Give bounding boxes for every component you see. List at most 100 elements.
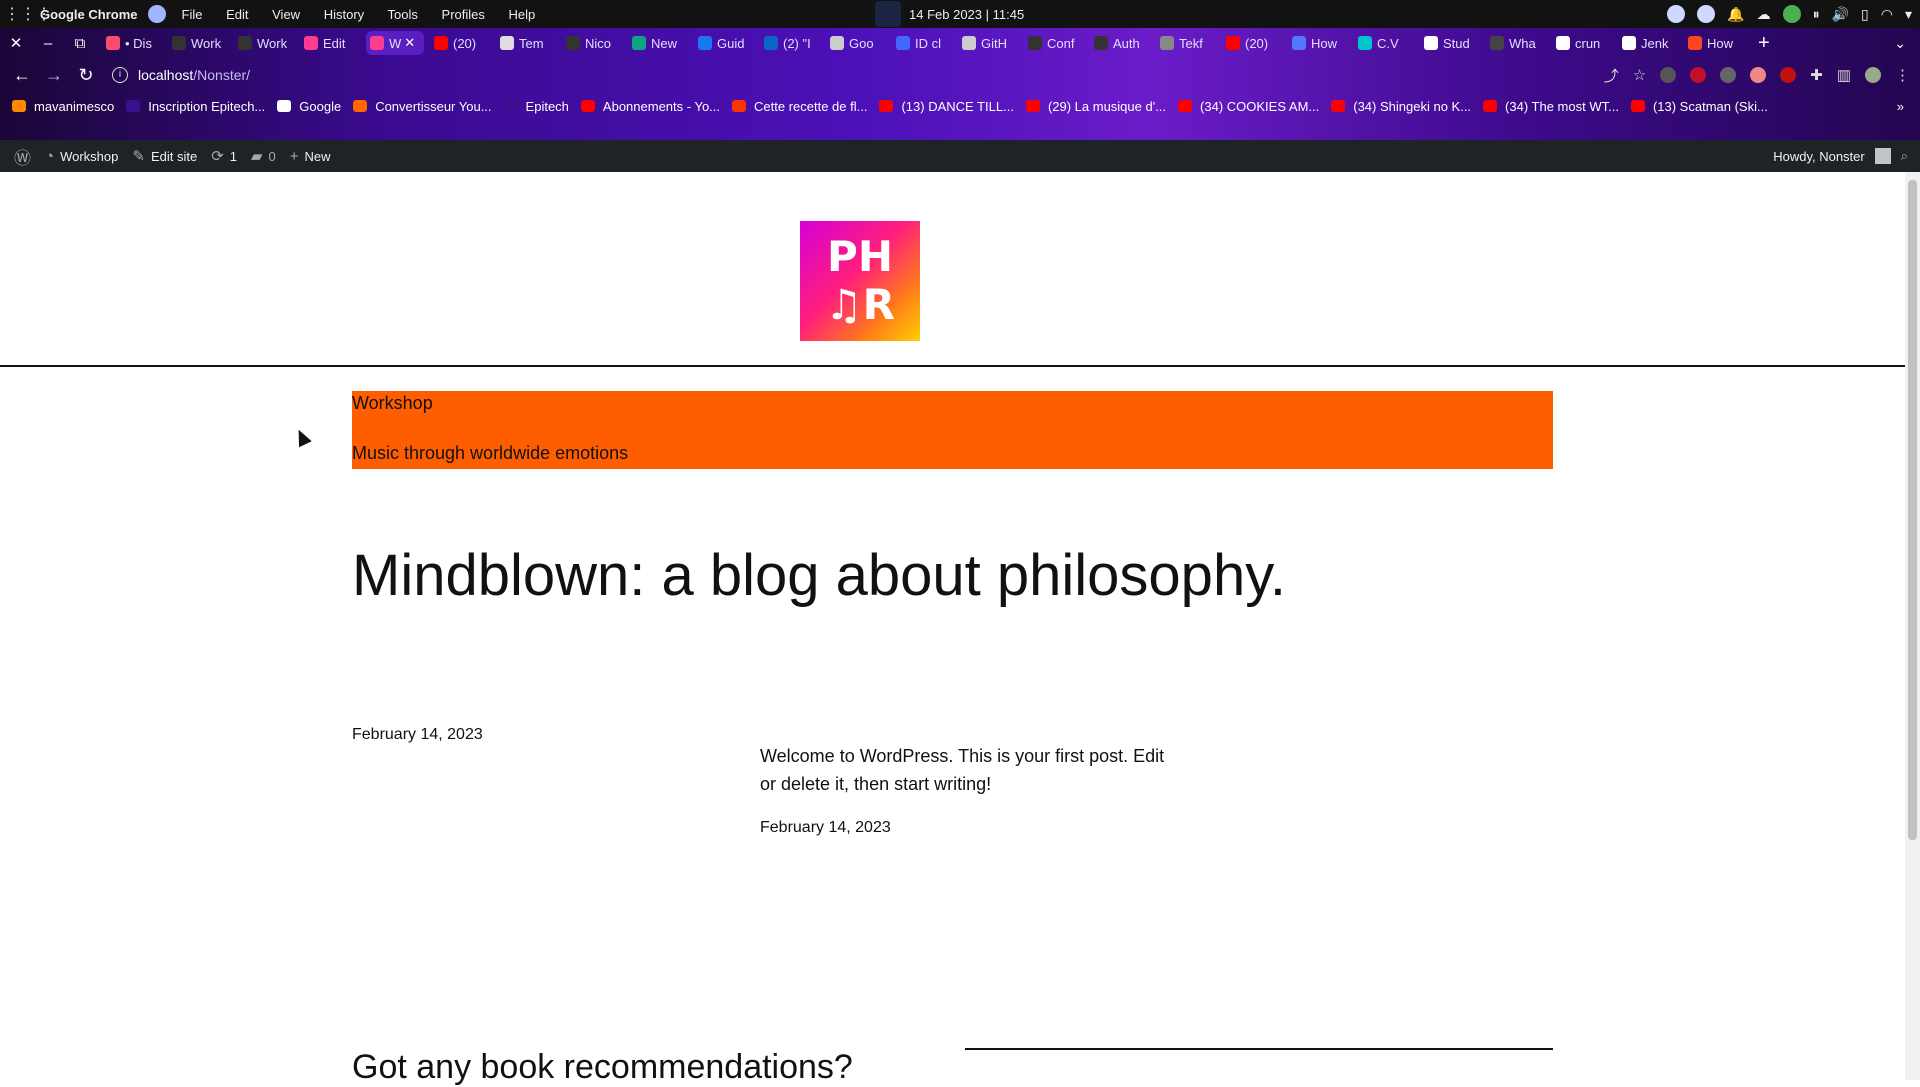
tab[interactable]: Nico [562, 31, 622, 55]
extension-epitech-icon[interactable] [1720, 67, 1737, 83]
tab[interactable]: Tem [496, 31, 556, 55]
stack-icon [1688, 36, 1702, 50]
menu-help[interactable]: Help [509, 7, 536, 22]
tab-search-chevron-icon[interactable]: ⌄ [1894, 35, 1906, 52]
tab[interactable]: Work [168, 31, 228, 55]
menu-tools[interactable]: Tools [388, 7, 418, 22]
wifi-icon[interactable]: ◠ [1881, 6, 1893, 23]
tab[interactable]: Tekf [1156, 31, 1216, 55]
address-bar[interactable]: i localhost/Nonster/ [112, 62, 1562, 88]
tab[interactable]: Goo [826, 31, 886, 55]
tray-app-icon[interactable] [1697, 5, 1716, 23]
extension-ublock-icon[interactable] [1690, 67, 1707, 83]
tab[interactable]: GitH [958, 31, 1018, 55]
bookmark-item[interactable]: (34) The most WT... [1483, 99, 1619, 114]
extension-cookie-icon[interactable] [1750, 67, 1767, 83]
tab[interactable]: C.V [1354, 31, 1414, 55]
share-icon[interactable]: ⤴ [1604, 65, 1619, 86]
tab[interactable]: • Dis [102, 31, 162, 55]
tab[interactable]: Auth [1090, 31, 1150, 55]
tab[interactable]: Work [234, 31, 294, 55]
site-logo[interactable]: PH ♫R [800, 221, 920, 341]
reload-icon[interactable]: ↻ [70, 65, 102, 86]
kebab-menu-icon[interactable]: ⋮ [1895, 66, 1910, 84]
menu-view[interactable]: View [272, 7, 300, 22]
clock[interactable]: 14 Feb 2023 | 11:45 [875, 0, 1024, 28]
bookmark-item[interactable]: (34) Shingeki no K... [1331, 99, 1471, 114]
wordpress-logo-icon[interactable]: Ⓦ [14, 144, 31, 169]
side-panel-icon[interactable]: ▥ [1837, 66, 1851, 84]
menu-edit[interactable]: Edit [226, 7, 248, 22]
search-icon[interactable]: ⌕ [1901, 148, 1908, 164]
tab[interactable]: Jenk [1618, 31, 1678, 55]
menu-history[interactable]: History [324, 7, 364, 22]
tab[interactable]: crun [1552, 31, 1612, 55]
tab[interactable]: (20) [1222, 31, 1282, 55]
extension-github-icon[interactable] [1660, 67, 1677, 83]
app-grid-icon[interactable]: ⋮⋮⋮ [4, 4, 52, 24]
updates-link[interactable]: ⟳ 1 [211, 147, 237, 165]
post-date-secondary[interactable]: February 14, 2023 [760, 819, 891, 837]
bookmark-item[interactable]: Inscription Epitech... [126, 99, 265, 114]
tab[interactable]: How [1288, 31, 1348, 55]
post-date[interactable]: February 14, 2023 [352, 726, 483, 744]
extension-mask-icon[interactable] [1780, 67, 1797, 83]
notification-bell-icon[interactable]: 🔔 [1727, 6, 1744, 23]
bookmark-item[interactable]: Epitech [503, 99, 569, 114]
bookmark-item[interactable]: (13) DANCE TILL... [879, 99, 1014, 114]
comments-link[interactable]: ▰ 0 [251, 147, 276, 165]
user-avatar[interactable] [1874, 148, 1891, 164]
scrollbar-thumb[interactable] [1908, 180, 1917, 840]
bookmark-star-icon[interactable]: ☆ [1633, 66, 1646, 84]
edit-site-link[interactable]: ✎ Edit site [132, 147, 197, 165]
tab-label: Guid [717, 35, 745, 51]
site-title-link[interactable]: Workshop [352, 393, 433, 414]
volume-icon[interactable]: 🔊 [1832, 6, 1849, 23]
tab-label: Goo [849, 35, 874, 51]
new-tab-icon[interactable]: + [1758, 32, 1770, 55]
restore-window-icon[interactable]: ⧉ [64, 35, 96, 52]
tab[interactable]: Edit [300, 31, 360, 55]
bookmark-item[interactable]: (29) La musique d'... [1025, 99, 1166, 114]
tab-label: Tem [519, 35, 544, 51]
cloud-icon[interactable]: ☁ [1757, 6, 1771, 23]
new-content-link[interactable]: + New [290, 148, 331, 165]
tab[interactable]: (20) [430, 31, 490, 55]
tab[interactable]: Stud [1420, 31, 1480, 55]
tab[interactable]: Guid [694, 31, 754, 55]
tab[interactable]: Wha [1486, 31, 1546, 55]
menu-profiles[interactable]: Profiles [442, 7, 485, 22]
power-menu-icon[interactable]: ▾ [1905, 6, 1912, 23]
howdy-user-link[interactable]: Howdy, Nonster [1773, 149, 1865, 164]
bookmark-item[interactable]: Google [277, 99, 341, 114]
bookmark-item[interactable]: Convertisseur You... [353, 99, 492, 114]
more-bookmarks-icon[interactable]: » [1897, 99, 1904, 114]
bookmark-item[interactable]: (34) COOKIES AM... [1178, 99, 1319, 114]
site-name-link[interactable]: ◔ Workshop [45, 148, 118, 165]
tray-app-icon[interactable] [1667, 5, 1686, 23]
close-window-icon[interactable]: ✕ [0, 34, 32, 52]
back-icon[interactable]: ← [6, 65, 38, 86]
close-tab-icon[interactable]: ✕ [404, 35, 415, 51]
bookmark-item[interactable]: mavanimesco [12, 99, 114, 114]
bookmark-item[interactable]: Cette recette de fl... [732, 99, 867, 114]
chrome-tray-icon[interactable] [1782, 5, 1801, 23]
battery-icon[interactable]: ▯ [1861, 6, 1869, 23]
tab[interactable]: Conf [1024, 31, 1084, 55]
extensions-puzzle-icon[interactable]: ✚ [1810, 66, 1823, 84]
bookmark-item[interactable]: Abonnements - Yo... [580, 99, 720, 114]
bookmark-item[interactable]: (13) Scatman (Ski... [1630, 99, 1768, 114]
minimize-window-icon[interactable]: – [32, 35, 64, 52]
menu-file[interactable]: File [182, 7, 203, 22]
tab[interactable]: How [1684, 31, 1744, 55]
tab[interactable]: New [628, 31, 688, 55]
forward-icon[interactable]: → [38, 65, 70, 86]
profile-avatar-icon[interactable] [1865, 67, 1881, 83]
page-scrollbar[interactable] [1905, 172, 1920, 1080]
pause-icon[interactable]: ⏸ [1813, 6, 1820, 23]
tab-active[interactable]: W ✕ [366, 31, 424, 55]
site-info-icon[interactable]: i [112, 67, 128, 83]
tab[interactable]: (2) "I [760, 31, 820, 55]
monitor-icon [830, 36, 844, 50]
tab[interactable]: ID cl [892, 31, 952, 55]
